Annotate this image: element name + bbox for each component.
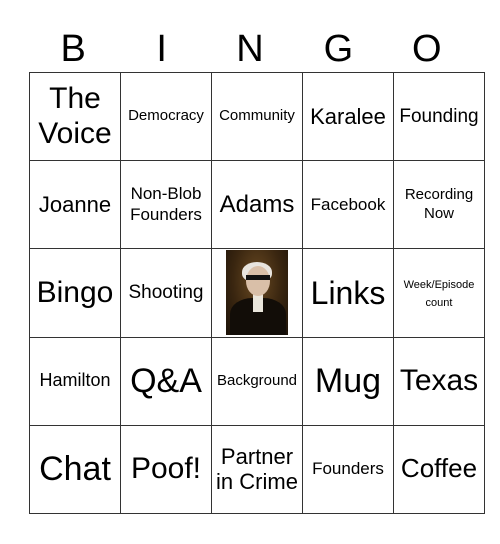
bingo-cell[interactable]: Hamilton: [29, 336, 121, 426]
bingo-cell[interactable]: Texas: [393, 336, 485, 426]
cell-label: Joanne: [38, 192, 112, 218]
sunglasses-icon: [246, 275, 270, 281]
cell-label: Mug: [314, 361, 382, 400]
cell-label: Facebook: [310, 194, 386, 214]
cell-label: Poof!: [130, 452, 202, 486]
header-letter-g: G: [323, 28, 354, 70]
bingo-cell[interactable]: Joanne: [29, 160, 121, 250]
cell-label: Partner in Crime: [216, 443, 298, 495]
bingo-cell[interactable]: Founding: [393, 71, 485, 162]
bingo-cell[interactable]: Week/Episode count: [393, 248, 485, 338]
cell-label: Week/Episode count: [403, 278, 475, 309]
bingo-row: Chat Poof! Partner in Crime Founders Coffee: [29, 424, 485, 515]
bingo-cell[interactable]: Partner in Crime: [211, 424, 303, 515]
bingo-row: Hamilton Q&A Background Mug Texas: [29, 336, 485, 426]
header-letter-n: N: [236, 28, 264, 70]
cell-label: Links: [310, 274, 386, 311]
cell-label: Texas: [399, 363, 479, 397]
bingo-cell[interactable]: Chat: [29, 424, 121, 515]
header-letter-b: B: [60, 28, 86, 70]
bingo-cell[interactable]: The Voice: [29, 71, 121, 162]
bingo-cell[interactable]: Community: [211, 71, 303, 162]
free-space-cell[interactable]: [211, 248, 303, 338]
cell-label: Shooting: [128, 282, 204, 304]
bingo-cell[interactable]: Adams: [211, 160, 303, 250]
bingo-cell[interactable]: Non-Blob Founders: [120, 160, 212, 250]
bingo-cell[interactable]: Karalee: [302, 71, 394, 162]
bingo-cell[interactable]: Founders: [302, 424, 394, 515]
bingo-cell[interactable]: Poof!: [120, 424, 212, 515]
cell-label: Chat: [39, 449, 111, 488]
bingo-row: Joanne Non-Blob Founders Adams Facebook Reco…: [29, 160, 485, 250]
cell-label: Q&A: [130, 361, 202, 400]
cell-label: Non-Blob Founders: [130, 184, 202, 224]
bingo-cell[interactable]: Mug: [302, 336, 394, 426]
cell-label: The Voice: [38, 82, 112, 150]
cell-label: Democracy: [128, 107, 204, 125]
cell-label: Hamilton: [39, 370, 111, 391]
bingo-cell[interactable]: Links: [302, 248, 394, 338]
cell-label: Coffee: [400, 453, 478, 484]
bingo-cell[interactable]: Bingo: [29, 248, 121, 338]
cell-label: Background: [216, 371, 298, 389]
bingo-cell[interactable]: Facebook: [302, 160, 394, 250]
cell-label: Bingo: [36, 275, 114, 309]
cell-label: Community: [219, 107, 295, 125]
cell-label: Founders: [312, 459, 384, 479]
bingo-cell[interactable]: Recording Now: [393, 160, 485, 250]
bingo-cell[interactable]: Q&A: [120, 336, 212, 426]
bingo-cell[interactable]: Background: [211, 336, 303, 426]
bingo-cell[interactable]: Democracy: [120, 71, 212, 162]
bingo-header: B I N G O: [29, 26, 471, 72]
cell-label: Founding: [399, 105, 479, 127]
header-letter-i: I: [156, 28, 167, 70]
cell-label: Adams: [219, 190, 295, 218]
cell-label: Recording Now: [404, 186, 474, 222]
header-letter-o: O: [412, 28, 442, 70]
bingo-cell[interactable]: Coffee: [393, 424, 485, 515]
bingo-row: Bingo Shooting Links Week/Episode count: [29, 248, 485, 338]
portrait-image: [226, 250, 288, 336]
bingo-row: The Voice Democracy Community Karalee Foundi…: [29, 71, 485, 162]
cell-label: Karalee: [310, 103, 386, 129]
bingo-grid: The Voice Democracy Community Karalee Foundi…: [29, 71, 485, 515]
bingo-cell[interactable]: Shooting: [120, 248, 212, 338]
